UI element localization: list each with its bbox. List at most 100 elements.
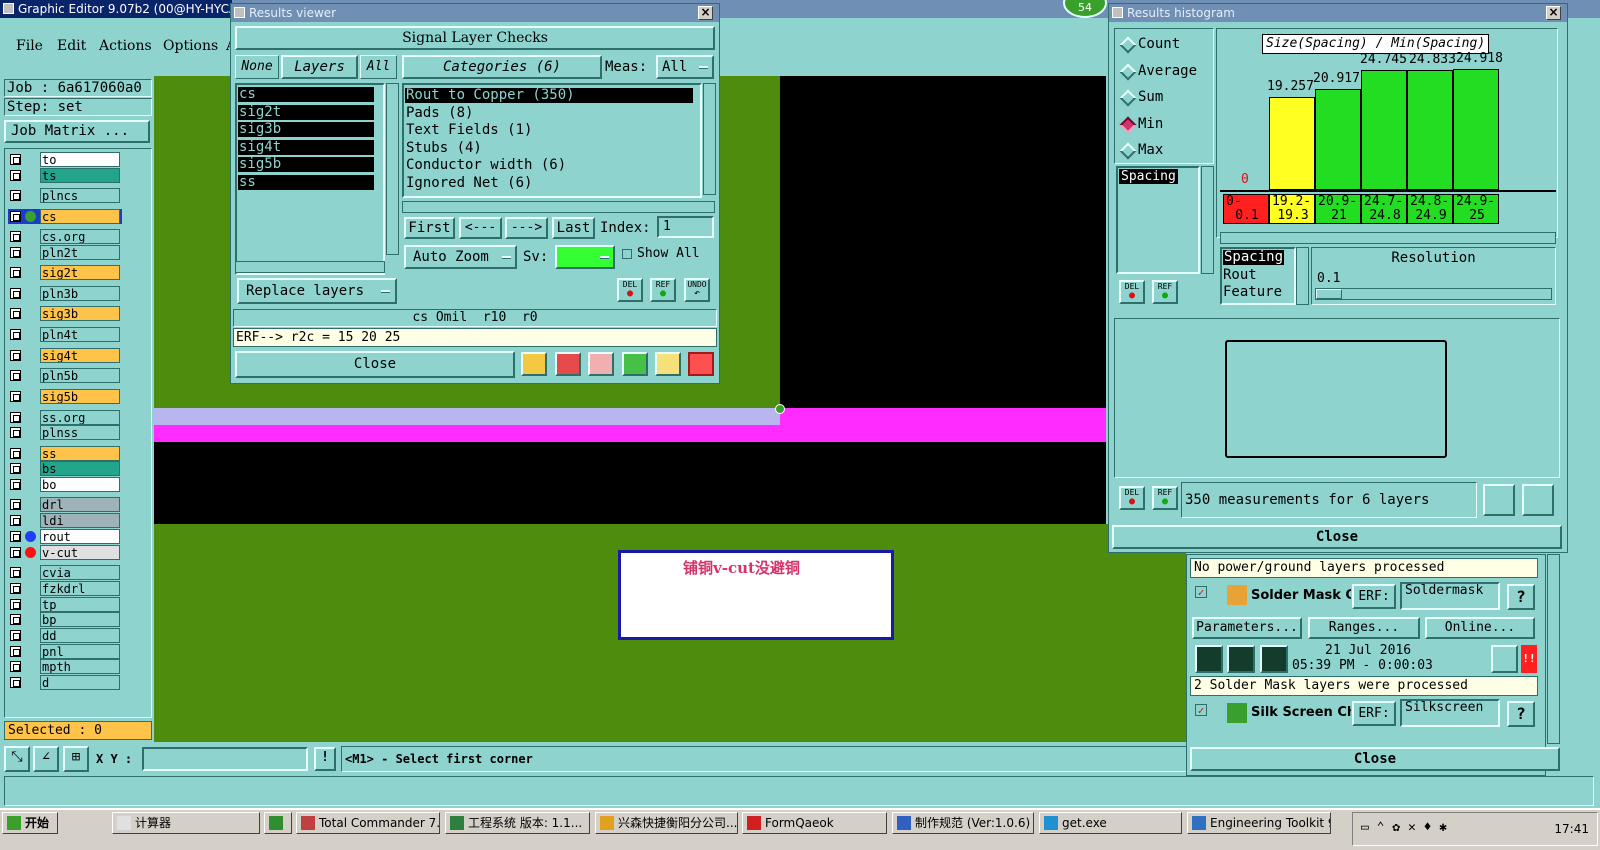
auto-zoom-select[interactable]: Auto Zoom: [404, 245, 517, 269]
radio-icon[interactable]: [1119, 89, 1137, 107]
layer-row[interactable]: bs: [8, 461, 122, 476]
layer-checkbox[interactable]: [10, 231, 21, 242]
layer-row[interactable]: pln4t: [8, 327, 122, 342]
layer-checkbox[interactable]: [10, 190, 21, 201]
preview-ref-icon[interactable]: REF ●: [1152, 486, 1178, 510]
category-item[interactable]: Ignored Net (6): [405, 176, 693, 191]
layer-row[interactable]: ts: [8, 168, 122, 183]
layer-row[interactable]: pnl: [8, 644, 122, 659]
layer-checkbox[interactable]: [10, 661, 21, 672]
job-matrix-button[interactable]: Job Matrix ...: [4, 120, 150, 143]
layer-name[interactable]: v-cut: [40, 545, 120, 560]
layer-row[interactable]: v-cut: [8, 545, 122, 560]
layer-row[interactable]: d: [8, 675, 122, 690]
taskbar-item[interactable]: 兴森快捷衡阳分公司...: [595, 812, 738, 834]
check-header[interactable]: Signal Layer Checks: [235, 26, 715, 50]
layer-checkbox[interactable]: [10, 599, 21, 610]
undo-icon[interactable]: UNDO ↶: [684, 278, 710, 302]
layer-row[interactable]: ss: [8, 446, 122, 461]
layer-checkbox[interactable]: [10, 677, 21, 688]
zoom-out-icon[interactable]: [1522, 484, 1554, 516]
silk-checkbox[interactable]: ✓: [1195, 704, 1207, 716]
online-button[interactable]: Online...: [1425, 617, 1535, 639]
layer-name[interactable]: sig5b: [40, 389, 120, 404]
layer-checkbox[interactable]: [10, 288, 21, 299]
layer-row[interactable]: cs.org: [8, 229, 122, 244]
mode-option-max[interactable]: Max: [1116, 142, 1212, 160]
layer-checkbox[interactable]: [10, 370, 21, 381]
layer-name[interactable]: cvia: [40, 565, 120, 580]
layer-checkbox[interactable]: [10, 350, 21, 361]
layer-name[interactable]: fzkdrl: [40, 581, 120, 596]
histogram-close-button[interactable]: Close: [1112, 525, 1562, 549]
layer-name[interactable]: pnl: [40, 644, 120, 659]
categories-vscroll[interactable]: [703, 83, 716, 195]
silk-help-button[interactable]: ?: [1507, 701, 1535, 727]
taskbar-item[interactable]: 制作规范 (Ver:1.0.6): [892, 812, 1034, 834]
solder-help-button[interactable]: ?: [1507, 584, 1535, 610]
type-vscroll[interactable]: [1296, 247, 1309, 305]
taskbar-item[interactable]: 工程系统 版本: 1.1...: [445, 812, 590, 834]
slider-handle[interactable]: [1316, 289, 1342, 299]
layer-row[interactable]: ldi: [8, 513, 122, 528]
layer-checkbox[interactable]: [10, 211, 21, 222]
report-icon[interactable]: [521, 352, 547, 376]
category-item[interactable]: Conductor width (6): [405, 158, 693, 173]
category-item[interactable]: Pads (8): [405, 105, 693, 121]
layer-name[interactable]: tp: [40, 597, 120, 612]
layer-checkbox[interactable]: [10, 646, 21, 657]
layer-row[interactable]: pln2t: [8, 245, 122, 260]
nav-prev-button[interactable]: <---: [459, 217, 502, 239]
menu-edit[interactable]: Edit: [57, 38, 86, 54]
layer-row[interactable]: cs: [8, 209, 122, 224]
stop-icon[interactable]: [555, 352, 581, 376]
meas-select[interactable]: All: [656, 55, 714, 79]
layer-name[interactable]: ts: [40, 168, 120, 183]
menu-file[interactable]: File: [16, 38, 43, 54]
layer-checkbox[interactable]: [10, 531, 21, 542]
histogram-bar[interactable]: [1361, 70, 1407, 190]
layer-name[interactable]: ss.org: [40, 410, 120, 425]
mode-option-sum[interactable]: Sum: [1116, 89, 1212, 107]
histogram-bar[interactable]: [1407, 70, 1453, 190]
hist-ref-icon[interactable]: REF ●: [1152, 280, 1178, 304]
categories-button[interactable]: Categories (6): [402, 55, 602, 79]
measure-item-spacing[interactable]: Spacing: [1119, 169, 1178, 184]
layer-checkbox[interactable]: [10, 479, 21, 490]
histogram-bar[interactable]: [1269, 97, 1315, 190]
layer-checkbox[interactable]: [10, 583, 21, 594]
layer-row[interactable]: sig3b: [8, 306, 122, 321]
histogram-icon[interactable]: [688, 352, 714, 376]
layer-row[interactable]: to: [8, 152, 122, 167]
preview-del-icon[interactable]: DEL ●: [1119, 486, 1145, 510]
alert-icon[interactable]: !: [314, 747, 336, 771]
layer-name[interactable]: pln3b: [40, 286, 120, 301]
radio-icon[interactable]: [1119, 36, 1137, 54]
layer-row[interactable]: sig5b: [8, 389, 122, 404]
categories-hscroll[interactable]: [402, 201, 715, 213]
stop-run-icon[interactable]: [1260, 645, 1288, 673]
hist-del-icon[interactable]: DEL ●: [1119, 280, 1145, 304]
mode-option-min[interactable]: Min: [1116, 116, 1212, 134]
radio-icon[interactable]: [1119, 63, 1137, 80]
radio-icon[interactable]: [1119, 116, 1137, 133]
measure-icon[interactable]: ∠: [33, 746, 59, 772]
layer-name[interactable]: mpth: [40, 659, 120, 674]
rv-layer-item[interactable]: cs: [238, 87, 374, 102]
bin-label[interactable]: 20.9- 21: [1315, 194, 1361, 224]
run-all-icon[interactable]: [1227, 645, 1255, 673]
rv-layer-item[interactable]: sig5b: [238, 157, 374, 173]
layer-name[interactable]: ss: [40, 446, 120, 461]
grid-icon[interactable]: ⊞: [63, 746, 89, 772]
results-zoom-icon[interactable]: [1491, 645, 1518, 673]
layer-name[interactable]: pln5b: [40, 368, 120, 383]
layer-name[interactable]: plncs: [40, 188, 120, 203]
run-icon[interactable]: [1195, 645, 1223, 673]
zoom-in-icon[interactable]: [1483, 484, 1515, 516]
layer-row[interactable]: sig4t: [8, 348, 122, 363]
layers-vscroll[interactable]: [386, 83, 399, 255]
radio-icon[interactable]: [1119, 142, 1137, 160]
measure-listbox[interactable]: Spacing: [1116, 166, 1200, 274]
close-icon[interactable]: ×: [698, 6, 713, 20]
layer-name[interactable]: ldi: [40, 513, 120, 528]
